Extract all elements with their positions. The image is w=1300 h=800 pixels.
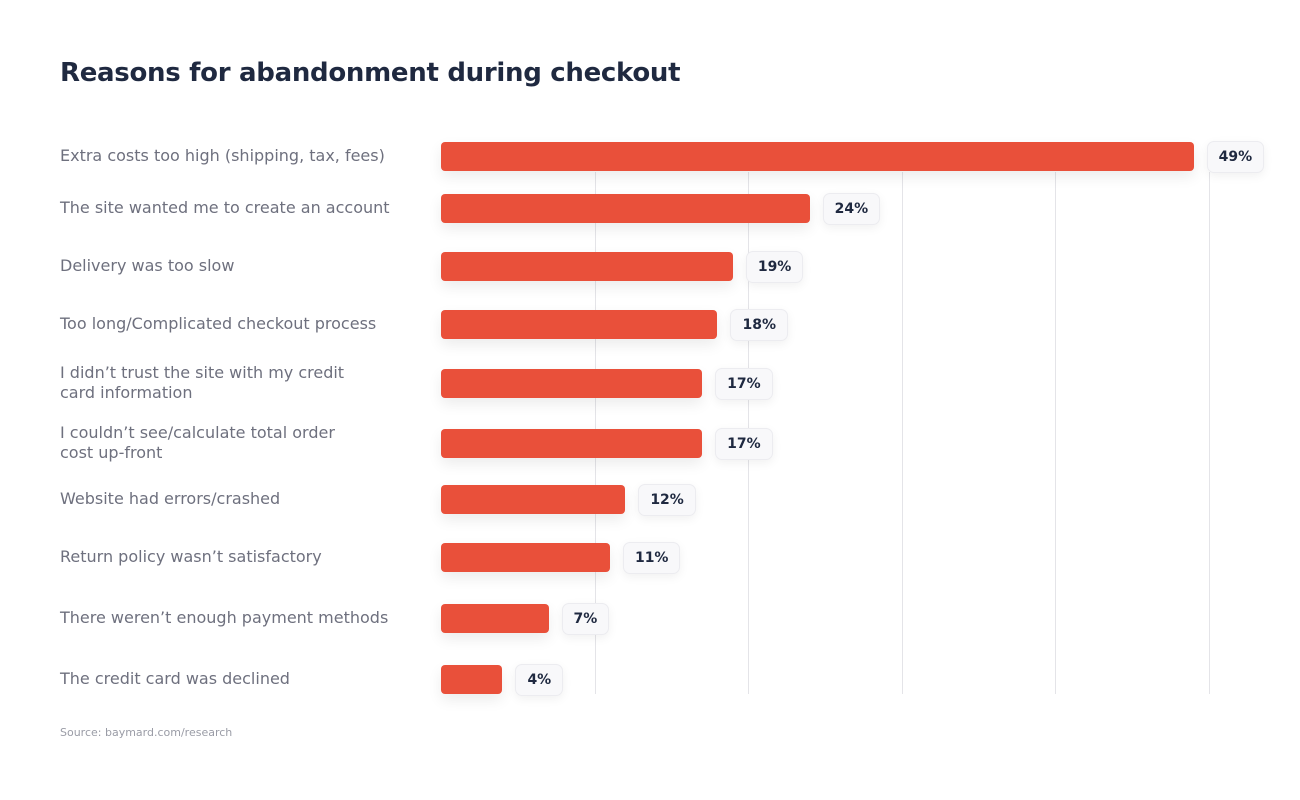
bar	[441, 603, 549, 633]
category-label: Delivery was too slow	[60, 256, 235, 275]
bar	[441, 193, 810, 223]
category-label: There weren’t enough payment methods	[60, 608, 389, 627]
category-label: Website had errors/crashed	[60, 489, 281, 508]
value-label: 7%	[561, 603, 610, 635]
gridline	[1055, 172, 1057, 694]
source-note: Source: baymard.com/research	[60, 726, 233, 739]
value-label: 4%	[515, 664, 564, 696]
bar	[441, 484, 626, 514]
bar	[441, 141, 1194, 171]
chart-title: Reasons for abandonment during checkout	[60, 58, 681, 88]
bar	[441, 664, 503, 694]
value-label: 19%	[745, 251, 804, 283]
value-label: 24%	[822, 193, 881, 225]
bar	[441, 309, 718, 339]
gridline	[1209, 172, 1210, 694]
value-label: 49%	[1206, 141, 1265, 173]
gridline	[901, 172, 903, 694]
bar	[441, 428, 703, 458]
category-label: Extra costs too high (shipping, tax, fee…	[60, 146, 385, 165]
value-label: 11%	[622, 542, 681, 574]
category-label: I didn’t trust the site with my credit ca…	[60, 363, 345, 402]
value-label: 18%	[730, 309, 788, 341]
bar	[441, 368, 703, 398]
bar	[441, 251, 733, 281]
value-label: 12%	[638, 484, 696, 516]
value-label: 17%	[715, 428, 773, 460]
category-label: Too long/Complicated checkout process	[60, 314, 377, 333]
category-label: Return policy wasn’t satisfactory	[60, 547, 322, 566]
category-label: The site wanted me to create an account	[60, 198, 390, 217]
category-label: The credit card was declined	[60, 669, 290, 688]
category-label: I couldn’t see/calculate total order cost…	[60, 423, 335, 462]
value-label: 17%	[715, 368, 773, 400]
bar	[441, 542, 610, 572]
